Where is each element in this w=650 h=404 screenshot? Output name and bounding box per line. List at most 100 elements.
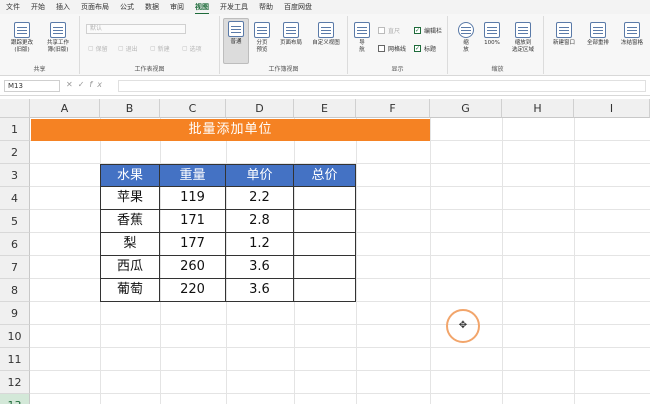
page-break-preview-button[interactable]: 分页 预览 — [248, 20, 276, 54]
share-workbook-button[interactable]: 共享工作 簿(旧版) — [40, 20, 76, 54]
tab-file[interactable]: 文件 — [6, 2, 20, 12]
row-header-9[interactable]: 9 — [0, 302, 30, 325]
select-all-corner[interactable] — [0, 99, 30, 118]
new-window-icon — [556, 22, 572, 38]
new-icon: ▢ — [150, 45, 158, 52]
column-header-d[interactable]: D — [226, 99, 294, 118]
tab-review[interactable]: 审阅 — [170, 2, 184, 12]
table-cell[interactable] — [294, 233, 356, 256]
zoom-button[interactable]: 缩 放 — [452, 20, 480, 54]
freeze-panes-button[interactable]: 冻结窗格 — [614, 20, 650, 47]
name-box[interactable]: M13 — [4, 80, 60, 92]
column-header-c[interactable]: C — [160, 99, 226, 118]
row-header-10[interactable]: 10 — [0, 325, 30, 348]
sheet-view-keep-button[interactable]: ▢ 保留 — [88, 44, 108, 53]
show-group: 导 航 直尺 ✓ 编辑栏 网格线 ✓ 标题 显示 — [348, 16, 448, 74]
table-cell[interactable]: 171 — [160, 210, 226, 233]
tab-view[interactable]: 视图 — [195, 1, 209, 14]
row-header-2[interactable]: 2 — [0, 141, 30, 164]
tab-baidu-netdisk[interactable]: 百度网盘 — [284, 2, 312, 12]
sheet-view-options-button[interactable]: ▢ 选项 — [182, 44, 202, 53]
exit-icon: ▢ — [118, 45, 126, 52]
fx-icon[interactable]: fx — [89, 80, 107, 89]
sheet-view-dropdown[interactable]: 默认 — [86, 24, 186, 34]
table-cell[interactable]: 梨 — [100, 233, 160, 256]
row-header-13[interactable]: 13 — [0, 394, 30, 404]
new-window-button[interactable]: 新建窗口 — [546, 20, 582, 47]
column-header-h[interactable]: H — [502, 99, 574, 118]
formula-input[interactable] — [118, 80, 646, 92]
table-cell[interactable]: 220 — [160, 279, 226, 302]
column-header-g[interactable]: G — [430, 99, 502, 118]
table-cell[interactable]: 1.2 — [226, 233, 294, 256]
tab-formulas[interactable]: 公式 — [120, 2, 134, 12]
gridlines-checkbox[interactable]: 网格线 — [378, 44, 406, 53]
table-cell[interactable]: 葡萄 — [100, 279, 160, 302]
table-header-fruit[interactable]: 水果 — [100, 164, 160, 187]
column-header-e[interactable]: E — [294, 99, 356, 118]
row-header-8[interactable]: 8 — [0, 279, 30, 302]
normal-view-icon — [228, 21, 244, 37]
normal-view-button[interactable]: 普通 — [223, 18, 249, 64]
ruler-checkbox[interactable]: 直尺 — [378, 26, 400, 35]
zoom-selection-icon — [515, 22, 531, 38]
table-cell[interactable]: 香蕉 — [100, 210, 160, 233]
table-cell[interactable]: 2.2 — [226, 187, 294, 210]
navigation-button[interactable]: 导 航 — [348, 20, 376, 54]
sheet-view-group-label: 工作表视图 — [134, 66, 165, 73]
row-header-3[interactable]: 3 — [0, 164, 30, 187]
sheet-title-banner[interactable]: 批量添加单位 — [31, 119, 430, 141]
tab-home[interactable]: 开始 — [31, 2, 45, 12]
tab-page-layout[interactable]: 页面布局 — [81, 2, 109, 12]
keep-icon: ▢ — [88, 45, 96, 52]
table-cell[interactable] — [294, 187, 356, 210]
table-cell[interactable] — [294, 279, 356, 302]
zoom-group: 缩 放 100% 缩放到 选定区域 缩放 — [452, 16, 544, 74]
custom-views-button[interactable]: 自定义视图 — [306, 20, 346, 47]
table-cell[interactable]: 260 — [160, 256, 226, 279]
table-cell[interactable] — [294, 210, 356, 233]
magnifier-icon — [458, 22, 474, 38]
table-cell[interactable]: 177 — [160, 233, 226, 256]
tab-developer[interactable]: 开发工具 — [220, 2, 248, 12]
arrange-all-button[interactable]: 全部重排 — [580, 20, 616, 47]
table-cell[interactable]: 119 — [160, 187, 226, 210]
row-header-7[interactable]: 7 — [0, 256, 30, 279]
sheet-view-new-button[interactable]: ▢ 新建 — [150, 44, 170, 53]
tab-data[interactable]: 数据 — [145, 2, 159, 12]
row-header-4[interactable]: 4 — [0, 187, 30, 210]
arrange-all-icon — [590, 22, 606, 38]
tab-insert[interactable]: 插入 — [56, 2, 70, 12]
track-changes-icon — [14, 22, 30, 38]
zoom-to-selection-button[interactable]: 缩放到 选定区域 — [504, 20, 542, 54]
track-changes-button[interactable]: 跟踪更改 (旧版) — [4, 20, 40, 54]
row-header-1[interactable]: 1 — [0, 118, 30, 141]
row-header-11[interactable]: 11 — [0, 348, 30, 371]
row-header-5[interactable]: 5 — [0, 210, 30, 233]
row-header-6[interactable]: 6 — [0, 233, 30, 256]
table-cell[interactable]: 苹果 — [100, 187, 160, 210]
column-header-i[interactable]: I — [574, 99, 650, 118]
table-header-total-price[interactable]: 总价 — [294, 164, 356, 187]
table-cell[interactable]: 3.6 — [226, 279, 294, 302]
navigation-icon — [354, 22, 370, 38]
table-cell[interactable] — [294, 256, 356, 279]
zoom-100-button[interactable]: 100% — [478, 20, 506, 47]
formula-bar-checkbox[interactable]: ✓ 编辑栏 — [414, 26, 442, 35]
column-header-a[interactable]: A — [30, 99, 100, 118]
table-cell[interactable]: 2.8 — [226, 210, 294, 233]
table-header-unit-price[interactable]: 单价 — [226, 164, 294, 187]
enter-icon[interactable]: ✓ — [78, 80, 90, 89]
cancel-icon[interactable]: ✕ — [66, 80, 78, 89]
headings-checkbox[interactable]: ✓ 标题 — [414, 44, 436, 53]
tab-help[interactable]: 帮助 — [259, 2, 273, 12]
row-header-12[interactable]: 12 — [0, 371, 30, 394]
table-cell[interactable]: 3.6 — [226, 256, 294, 279]
column-header-f[interactable]: F — [356, 99, 430, 118]
table-cell[interactable]: 西瓜 — [100, 256, 160, 279]
sheet-view-exit-button[interactable]: ▢ 退出 — [118, 44, 138, 53]
sheet-view-group: 默认 ▢ 保留 ▢ 退出 ▢ 新建 ▢ 选项 工作表视图 — [80, 16, 220, 74]
table-header-weight[interactable]: 重量 — [160, 164, 226, 187]
column-header-b[interactable]: B — [100, 99, 160, 118]
page-layout-view-button[interactable]: 页面布局 — [274, 20, 308, 47]
